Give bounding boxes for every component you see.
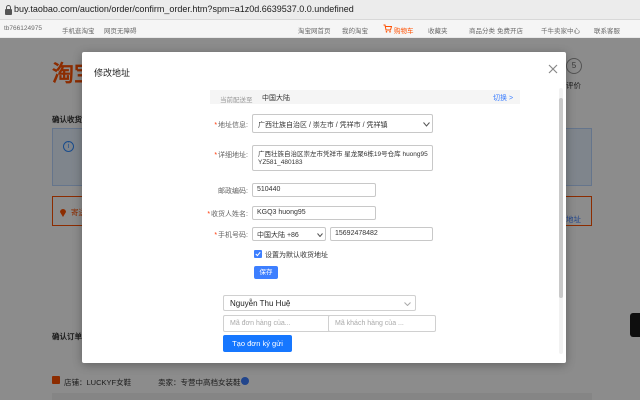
categories-link[interactable]: 商品分类	[469, 25, 495, 35]
dialog-title: 修改地址	[94, 68, 131, 78]
phone-label: *手机号码:	[214, 232, 248, 239]
region-key: 当前配送至	[220, 97, 253, 104]
region-value: 中国大陆	[262, 95, 290, 102]
taobao-home-link[interactable]: 淘宝网首页	[298, 25, 331, 35]
phone-number-field[interactable]: 15692478482	[330, 227, 433, 241]
recipient-name-field[interactable]: KGQ3 huong95	[252, 206, 376, 220]
chevron-down-icon	[317, 233, 323, 237]
recipient-person-value: Nguyễn Thu Huệ	[230, 299, 291, 308]
recipient-person-select[interactable]: Nguyễn Thu Huệ	[223, 295, 416, 311]
order-code-input[interactable]: Mã đơn hàng của...	[223, 315, 331, 332]
cart-icon	[383, 24, 392, 33]
browser-address-bar[interactable]: buy.taobao.com/auction/order/confirm_ord…	[0, 0, 640, 20]
phone-number-value: 15692478482	[335, 230, 378, 237]
postcode-value: 510440	[257, 186, 281, 193]
url-text[interactable]: buy.taobao.com/auction/order/confirm_ord…	[14, 4, 354, 14]
my-taobao-link[interactable]: 我的淘宝	[342, 25, 368, 35]
address-info-label: *地址信息:	[214, 122, 248, 129]
postcode-field[interactable]: 510440	[252, 183, 376, 197]
recipient-name-value: KGQ3 huong95	[257, 209, 306, 216]
close-icon[interactable]	[548, 64, 558, 74]
scrollbar-thumb[interactable]	[559, 98, 563, 298]
phone-region-select[interactable]: 中国大陆 +86	[252, 227, 326, 241]
accessibility-link[interactable]: 网页无障碍	[104, 25, 137, 35]
checkmark-icon	[255, 251, 261, 257]
address-region-value: 广西壮族自治区 / 崇左市 / 凭祥市 / 凭祥镇	[258, 122, 388, 129]
delivery-region-bar: 当前配送至 中国大陆 切换 >	[210, 90, 520, 104]
chevron-down-icon	[423, 122, 430, 127]
customer-service-link[interactable]: 联系客服	[594, 25, 620, 35]
save-button[interactable]: 保存	[254, 266, 278, 279]
favorites-link[interactable]: 收藏夹	[428, 25, 448, 35]
dialog-scrollbar[interactable]	[559, 88, 563, 354]
default-address-checkbox[interactable]	[254, 250, 262, 258]
default-address-label[interactable]: 设置为默认收货地址	[265, 250, 328, 260]
user-nickname[interactable]: tb766124975	[4, 25, 42, 32]
seller-center-link[interactable]: 千牛卖家中心	[541, 25, 580, 35]
customer-code-placeholder: Mã khách hàng của ...	[335, 320, 404, 327]
open-shop-link[interactable]: 免费开店	[497, 25, 523, 35]
order-code-placeholder: Mã đơn hàng của...	[230, 320, 291, 327]
phone-region-value: 中国大陆 +86	[257, 232, 299, 239]
edit-address-dialog: 修改地址 当前配送至 中国大陆 切换 > *地址信息: 广西壮族自治区 / 崇左…	[82, 52, 566, 363]
postcode-label: 邮政编码:	[218, 188, 248, 195]
customer-code-input[interactable]: Mã khách hàng của ...	[328, 315, 436, 332]
detail-address-value: 广西壮族自治区崇左市凭祥市 星龙聚6栋19号仓库 huong95 YZ581_4…	[258, 151, 428, 166]
mobile-taobao-link[interactable]: 手机逛淘宝	[62, 25, 95, 35]
recipient-name-label: *收货人姓名:	[207, 211, 248, 218]
address-region-select[interactable]: 广西壮族自治区 / 崇左市 / 凭祥市 / 凭祥镇	[252, 114, 433, 133]
chevron-down-icon	[404, 302, 411, 306]
detail-address-field[interactable]: 广西壮族自治区崇左市凭祥市 星龙聚6栋19号仓库 huong95 YZ581_4…	[252, 145, 433, 171]
cart-link[interactable]: 购物车	[394, 25, 414, 35]
region-switch-link[interactable]: 切换 >	[493, 93, 513, 103]
detail-address-label: *详细地址:	[214, 152, 248, 159]
create-consignment-button[interactable]: Tạo đơn ký gửi	[223, 335, 292, 352]
lock-icon	[5, 5, 12, 15]
site-top-nav: tb766124975 手机逛淘宝 网页无障碍 淘宝网首页 我的淘宝 购物车 收…	[0, 20, 640, 38]
